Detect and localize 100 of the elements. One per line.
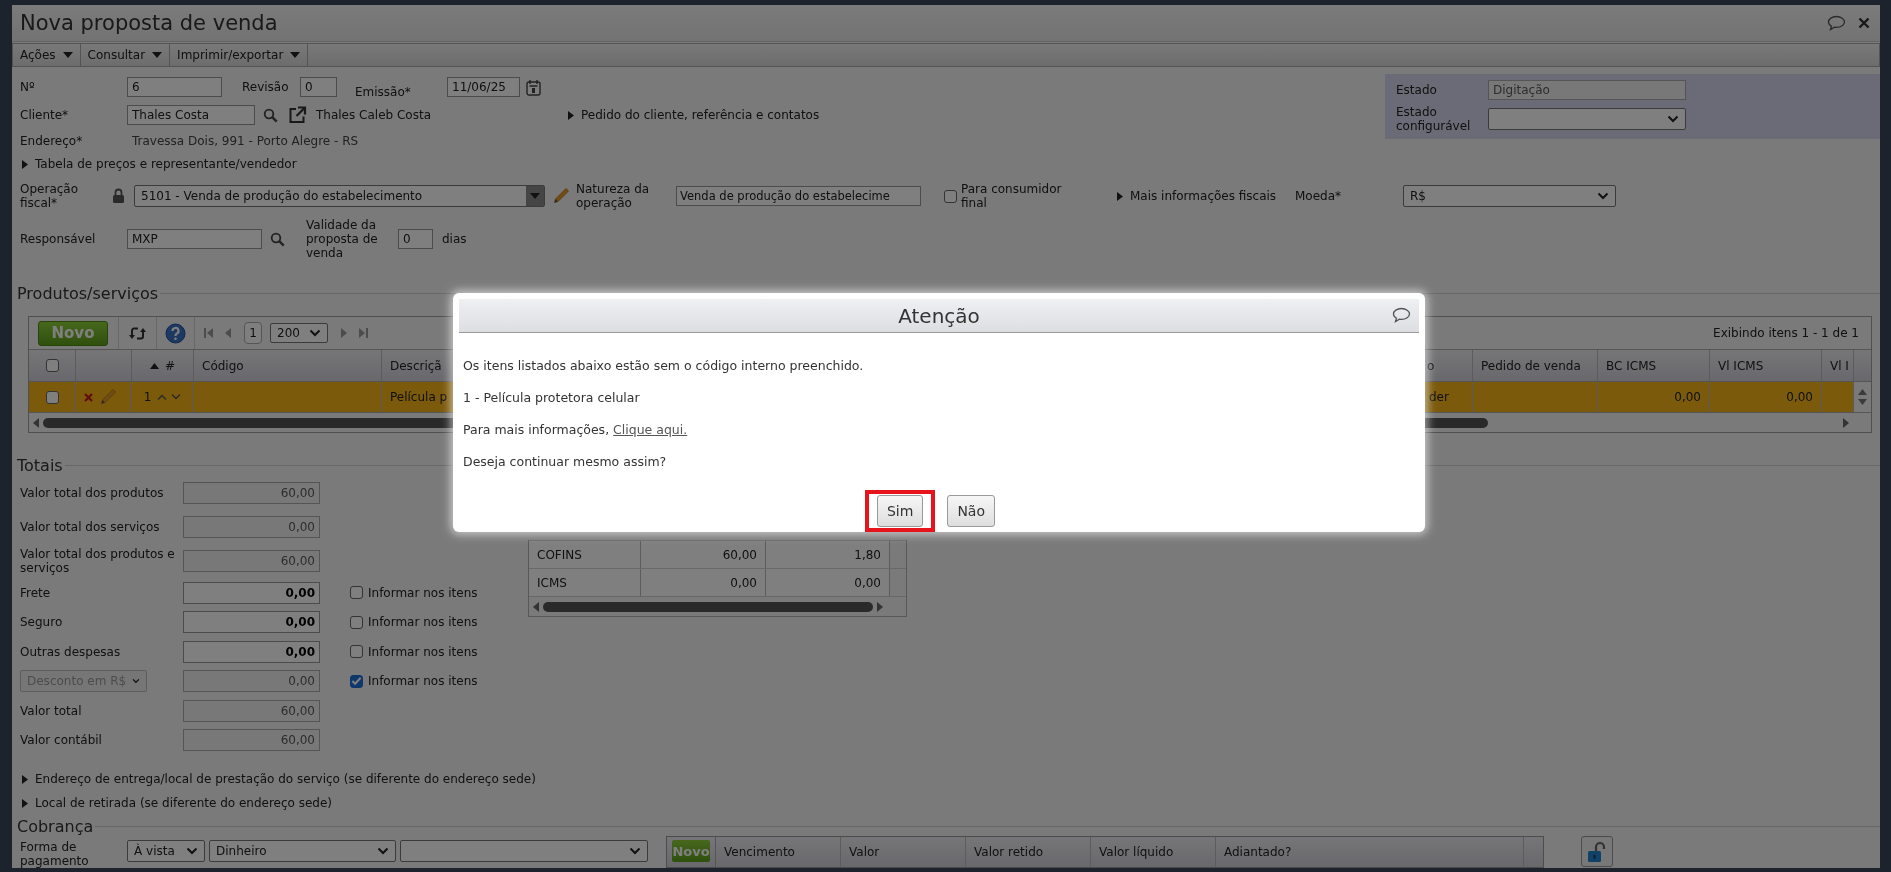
- input-field[interactable]: 0,00: [183, 581, 320, 604]
- dialog-button[interactable]: Não: [947, 495, 995, 527]
- input-field[interactable]: Thales Costa: [127, 105, 255, 125]
- scroll-up-icon[interactable]: [1858, 389, 1867, 395]
- checkbox-label: Informar nos itens: [368, 615, 479, 630]
- search-icon[interactable]: [270, 231, 285, 247]
- expander-link[interactable]: Endereço de entrega/local de prestação do serviço (se diferente do endereço sede): [22, 772, 536, 786]
- input-field[interactable]: 6: [127, 77, 222, 97]
- input-field[interactable]: 0,00: [183, 611, 320, 634]
- checkbox[interactable]: [350, 674, 363, 688]
- column-header[interactable]: Adiantado?: [1216, 837, 1524, 867]
- sort-icon[interactable]: [149, 362, 159, 369]
- edit-icon[interactable]: [99, 388, 117, 406]
- chevron-down-icon: [132, 677, 140, 686]
- input-field[interactable]: 60,00: [183, 482, 320, 504]
- table-cell: der: [1429, 390, 1449, 404]
- first-page-icon[interactable]: [204, 328, 213, 338]
- checkbox-label: Informar nos itens: [368, 674, 479, 689]
- menu-button[interactable]: Ações: [13, 44, 81, 66]
- input-field[interactable]: Venda de produção do estabelecime: [676, 186, 921, 206]
- unlock-button[interactable]: [1581, 836, 1613, 867]
- scroll-left-icon[interactable]: [533, 601, 539, 612]
- input-field[interactable]: 0: [398, 229, 433, 249]
- checkbox[interactable]: [350, 645, 363, 659]
- dropdown[interactable]: 5101 - Venda de produção do estabelecimento: [134, 185, 545, 207]
- checkbox[interactable]: [45, 359, 59, 372]
- table-cell: 0,00: [1786, 390, 1813, 404]
- dropdown[interactable]: [400, 840, 648, 862]
- table-cell: 1,80: [766, 541, 890, 568]
- next-page-icon[interactable]: [341, 328, 347, 338]
- pencil-icon[interactable]: [552, 187, 570, 205]
- input-field[interactable]: 0,00: [183, 670, 320, 693]
- expander-link[interactable]: Pedido do cliente, referência e contatos: [568, 108, 820, 122]
- input-field[interactable]: 60,00: [183, 699, 320, 722]
- column-header[interactable]: Valor líquido: [1091, 837, 1216, 867]
- dropdown[interactable]: 200: [270, 323, 328, 343]
- refresh-icon[interactable]: [129, 325, 146, 341]
- dropdown[interactable]: À vista: [127, 840, 205, 862]
- input-field[interactable]: Digitação: [1488, 80, 1686, 100]
- input-field[interactable]: 0,00: [183, 516, 320, 538]
- expander-link[interactable]: Local de retirada (se diferente do endereço sede): [22, 796, 333, 810]
- triangle-right-icon: [22, 798, 28, 808]
- help-link[interactable]: Clique aqui.: [613, 422, 688, 438]
- table-cell: 1: [143, 390, 152, 404]
- dropdown[interactable]: [1488, 108, 1686, 130]
- scroll-down-icon[interactable]: [1858, 399, 1867, 405]
- help-icon[interactable]: [165, 322, 186, 344]
- scroll-right-icon[interactable]: [1843, 417, 1849, 428]
- input-field[interactable]: 0,00: [183, 640, 320, 663]
- window-title: Nova proposta de venda: [20, 11, 278, 35]
- field-label: Outras despesas: [20, 644, 122, 659]
- section-title: Cobrança: [17, 816, 94, 836]
- field-label: Nº: [20, 80, 36, 94]
- calendar-icon[interactable]: [526, 78, 541, 96]
- delete-icon[interactable]: [84, 392, 93, 402]
- expander-link[interactable]: Tabela de preços e representante/vendedor: [22, 157, 297, 171]
- column-header[interactable]: Valor retido: [966, 837, 1091, 867]
- caret-icon: [530, 193, 540, 199]
- scroll-right-icon[interactable]: [877, 601, 883, 612]
- input-field[interactable]: 60,00: [183, 729, 320, 752]
- external-link-icon[interactable]: [288, 106, 307, 124]
- field-label: Estado: [1396, 83, 1438, 97]
- column-header[interactable]: Valor: [841, 837, 966, 867]
- input-field[interactable]: 0: [300, 77, 337, 97]
- lock-icon: [112, 188, 125, 204]
- checkbox[interactable]: [45, 390, 59, 404]
- table-cell: 0,00: [1674, 390, 1701, 404]
- chat-icon[interactable]: [1392, 307, 1411, 323]
- triangle-right-icon: [1117, 191, 1123, 201]
- close-icon[interactable]: [1858, 17, 1870, 29]
- move-arrows-icon[interactable]: [157, 393, 182, 401]
- menu-button[interactable]: Imprimir/exportar: [170, 44, 309, 66]
- field-label: Validade da proposta de venda: [306, 218, 379, 260]
- last-page-icon[interactable]: [359, 328, 368, 338]
- input-field[interactable]: 11/06/25: [447, 77, 520, 97]
- triangle-right-icon: [22, 159, 28, 169]
- dialog-button[interactable]: Sim: [876, 495, 924, 527]
- field-label: Valor contábil: [20, 733, 103, 748]
- dropdown[interactable]: Dinheiro: [209, 840, 396, 862]
- dropdown[interactable]: R$: [1403, 185, 1616, 207]
- checkbox-label: Informar nos itens: [368, 585, 479, 600]
- menu-button[interactable]: Consultar: [80, 44, 171, 66]
- search-icon[interactable]: [263, 107, 278, 123]
- column-header[interactable]: Vencimento: [716, 837, 841, 867]
- previous-page-icon[interactable]: [225, 328, 231, 338]
- address-text: Travessa Dois, 991 - Porto Alegre - RS: [132, 134, 359, 148]
- section-title: Totais: [17, 455, 63, 475]
- expander-link[interactable]: Mais informações fiscais: [1117, 189, 1277, 203]
- checkbox[interactable]: [350, 586, 363, 600]
- checkbox[interactable]: [350, 615, 363, 629]
- page-field[interactable]: 1: [244, 322, 262, 344]
- vertical-scrollbar[interactable]: [1854, 382, 1871, 412]
- scroll-left-icon[interactable]: [33, 417, 39, 428]
- caret-icon: [290, 52, 301, 58]
- input-field[interactable]: MXP: [127, 229, 262, 249]
- checkbox[interactable]: [944, 189, 957, 203]
- chat-icon[interactable]: [1827, 15, 1846, 31]
- checkbox-label: Informar nos itens: [368, 644, 479, 659]
- caret-icon: [152, 52, 163, 58]
- input-field[interactable]: 60,00: [183, 550, 320, 572]
